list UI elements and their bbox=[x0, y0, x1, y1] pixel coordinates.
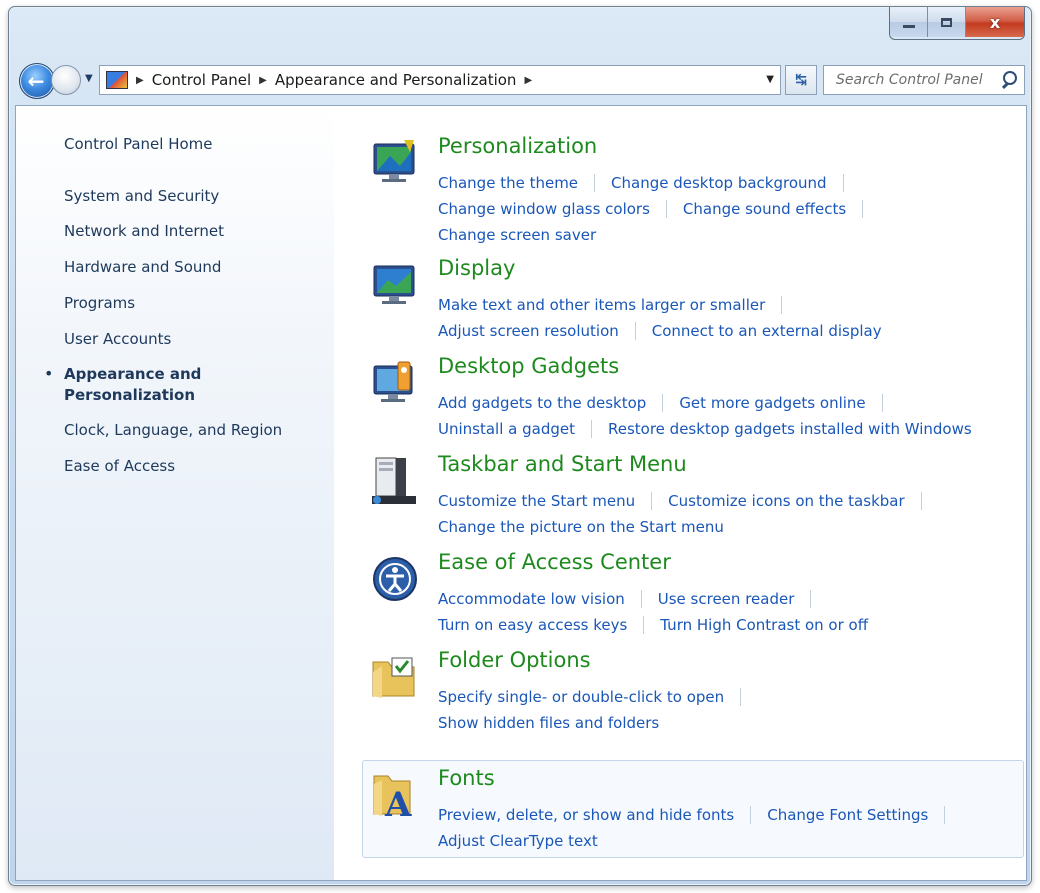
separator bbox=[842, 174, 844, 192]
content-area: Control Panel Home System and Security N… bbox=[15, 105, 1027, 881]
sidebar-item-hardware-and-sound[interactable]: Hardware and Sound bbox=[64, 257, 221, 278]
search-box[interactable] bbox=[823, 65, 1025, 95]
change-start-menu-picture-link[interactable]: Change the picture on the Start menu bbox=[438, 518, 724, 536]
change-screen-saver-link[interactable]: Change screen saver bbox=[438, 226, 596, 244]
sidebar-item-user-accounts[interactable]: User Accounts bbox=[64, 329, 171, 350]
customize-taskbar-icons-link[interactable]: Customize icons on the taskbar bbox=[668, 492, 904, 510]
sidebar-item-ease-of-access[interactable]: Ease of Access bbox=[64, 456, 175, 477]
restore-gadgets-link[interactable]: Restore desktop gadgets installed with W… bbox=[608, 420, 972, 438]
use-screen-reader-link[interactable]: Use screen reader bbox=[658, 590, 795, 608]
taskbar-icon bbox=[372, 457, 416, 504]
breadcrumb-appearance-and-personalization[interactable]: Appearance and Personalization bbox=[275, 71, 517, 89]
adjust-screen-resolution-link[interactable]: Adjust screen resolution bbox=[438, 322, 619, 340]
fonts-icon: A bbox=[373, 775, 412, 820]
breadcrumb-arrow-icon[interactable]: ▶ bbox=[524, 75, 532, 86]
separator bbox=[920, 492, 922, 510]
separator bbox=[881, 394, 883, 412]
display-icon bbox=[373, 265, 415, 304]
sidebar: Control Panel Home System and Security N… bbox=[16, 106, 334, 880]
sidebar-item-appearance-and-personalization: Appearance and Personalization bbox=[64, 365, 202, 404]
separator bbox=[740, 688, 742, 706]
forward-button[interactable] bbox=[51, 65, 81, 95]
separator bbox=[643, 616, 645, 634]
separator bbox=[662, 394, 664, 412]
adjust-cleartype-link[interactable]: Adjust ClearType text bbox=[438, 832, 598, 850]
folder-options-link[interactable]: Folder Options bbox=[438, 648, 591, 672]
caption-buttons: x bbox=[889, 7, 1025, 40]
separator bbox=[781, 296, 783, 314]
ease-of-access-icon bbox=[373, 557, 417, 601]
breadcrumb-control-panel[interactable]: Control Panel bbox=[152, 71, 251, 89]
customize-start-menu-link[interactable]: Customize the Start menu bbox=[438, 492, 635, 510]
make-text-larger-link[interactable]: Make text and other items larger or smal… bbox=[438, 296, 765, 314]
address-bar[interactable]: ▶ Control Panel ▶ Appearance and Persona… bbox=[99, 65, 781, 95]
breadcrumb-arrow-icon[interactable]: ▶ bbox=[259, 75, 267, 86]
get-more-gadgets-link[interactable]: Get more gadgets online bbox=[679, 394, 865, 412]
uninstall-gadget-link[interactable]: Uninstall a gadget bbox=[438, 420, 575, 438]
personalization-link[interactable]: Personalization bbox=[438, 134, 597, 158]
maximize-button[interactable] bbox=[928, 7, 966, 37]
personalization-icon bbox=[373, 140, 415, 182]
close-button[interactable]: x bbox=[966, 7, 1024, 37]
change-sound-effects-link[interactable]: Change sound effects bbox=[683, 200, 846, 218]
separator bbox=[651, 492, 653, 510]
single-double-click-link[interactable]: Specify single- or double-click to open bbox=[438, 688, 724, 706]
change-the-theme-link[interactable]: Change the theme bbox=[438, 174, 578, 192]
desktop-gadgets-icon bbox=[373, 361, 413, 402]
back-arrow-icon: ← bbox=[27, 69, 45, 93]
separator bbox=[594, 174, 596, 192]
search-icon[interactable] bbox=[998, 67, 1024, 93]
change-font-settings-link[interactable]: Change Font Settings bbox=[767, 806, 928, 824]
refresh-icon: ↹ bbox=[795, 72, 807, 88]
separator bbox=[634, 322, 636, 340]
separator bbox=[750, 806, 752, 824]
main-panel: Personalization Change the theme Change … bbox=[334, 106, 1026, 880]
maximize-icon bbox=[941, 17, 952, 27]
turn-high-contrast-link[interactable]: Turn High Contrast on or off bbox=[660, 616, 868, 634]
navigation-bar: ← ▼ ▶ Control Panel ▶ Appearance and Per… bbox=[15, 63, 1025, 99]
minimize-icon bbox=[902, 24, 915, 28]
active-item-bullet: • bbox=[44, 364, 54, 383]
separator bbox=[944, 806, 946, 824]
add-gadgets-link[interactable]: Add gadgets to the desktop bbox=[438, 394, 646, 412]
preview-delete-fonts-link[interactable]: Preview, delete, or show and hide fonts bbox=[438, 806, 734, 824]
separator bbox=[640, 590, 642, 608]
change-desktop-background-link[interactable]: Change desktop background bbox=[611, 174, 827, 192]
accommodate-low-vision-link[interactable]: Accommodate low vision bbox=[438, 590, 625, 608]
back-button[interactable]: ← bbox=[19, 63, 55, 99]
sidebar-item-system-and-security[interactable]: System and Security bbox=[64, 186, 219, 207]
separator bbox=[590, 420, 592, 438]
sidebar-item-programs[interactable]: Programs bbox=[64, 293, 135, 314]
sidebar-item-network-and-internet[interactable]: Network and Internet bbox=[64, 221, 224, 242]
connect-external-display-link[interactable]: Connect to an external display bbox=[652, 322, 882, 340]
control-panel-window: x ← ▼ ▶ Control Panel ▶ Appearance and P… bbox=[8, 6, 1032, 886]
recent-pages-dropdown-icon[interactable]: ▼ bbox=[85, 73, 93, 84]
display-link[interactable]: Display bbox=[438, 256, 515, 280]
separator bbox=[810, 590, 812, 608]
taskbar-and-start-menu-link[interactable]: Taskbar and Start Menu bbox=[438, 452, 687, 476]
sidebar-item-control-panel-home[interactable]: Control Panel Home bbox=[64, 134, 213, 155]
address-dropdown-icon[interactable]: ▼ bbox=[766, 74, 774, 85]
desktop-gadgets-link[interactable]: Desktop Gadgets bbox=[438, 354, 619, 378]
close-icon: x bbox=[989, 12, 1001, 32]
search-input[interactable] bbox=[824, 66, 998, 94]
separator bbox=[862, 200, 864, 218]
sidebar-item-clock-language-and-region[interactable]: Clock, Language, and Region bbox=[64, 420, 282, 441]
separator bbox=[665, 200, 667, 218]
show-hidden-files-link[interactable]: Show hidden files and folders bbox=[438, 714, 659, 732]
refresh-button[interactable]: ↹ bbox=[785, 65, 817, 95]
ease-of-access-center-link[interactable]: Ease of Access Center bbox=[438, 550, 671, 574]
folder-options-icon bbox=[372, 657, 415, 698]
svg-text:A: A bbox=[384, 785, 412, 820]
fonts-link[interactable]: Fonts bbox=[438, 766, 495, 790]
change-window-glass-colors-link[interactable]: Change window glass colors bbox=[438, 200, 650, 218]
turn-on-easy-access-keys-link[interactable]: Turn on easy access keys bbox=[438, 616, 627, 634]
minimize-button[interactable] bbox=[890, 7, 928, 37]
control-panel-icon bbox=[106, 71, 128, 89]
breadcrumb-arrow-icon[interactable]: ▶ bbox=[136, 75, 144, 86]
